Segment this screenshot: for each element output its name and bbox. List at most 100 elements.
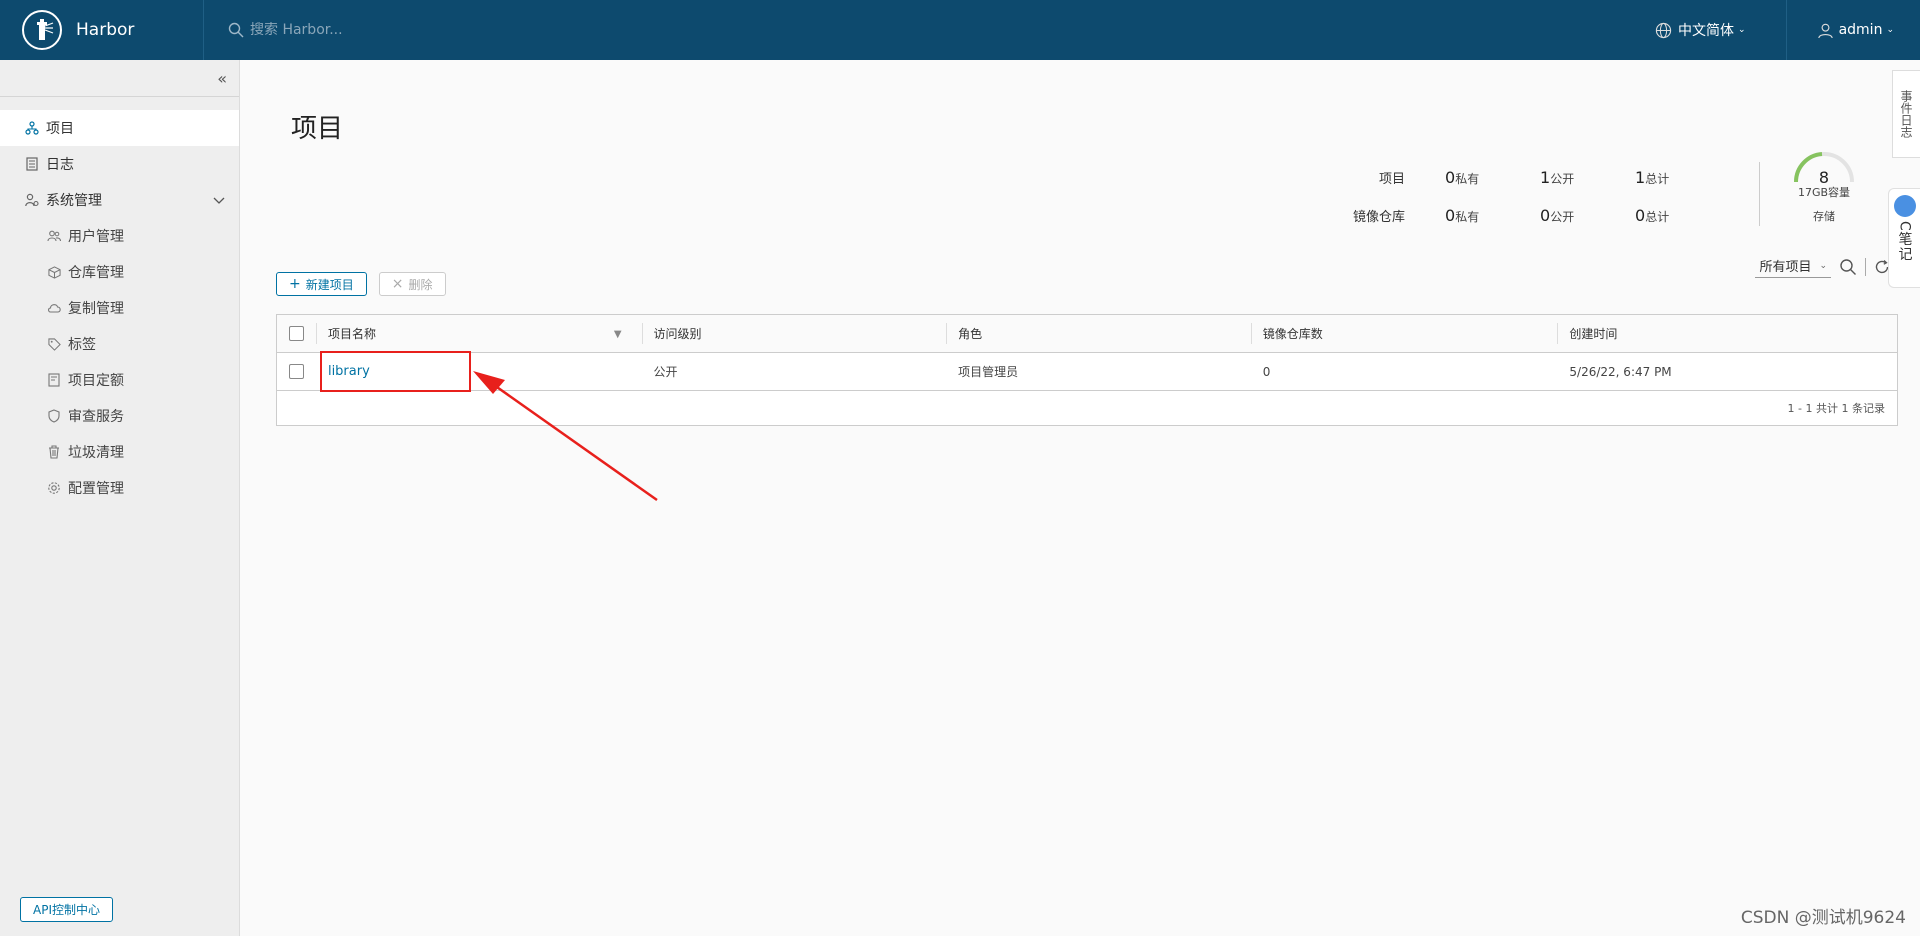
column-header-label: 项目名称	[327, 327, 376, 341]
sidebar-item-gc[interactable]: 垃圾清理	[0, 434, 239, 470]
note-widget[interactable]: C笔记	[1888, 188, 1920, 288]
column-header-repo-count[interactable]: 镜像仓库数	[1250, 315, 1558, 352]
stat-private: 0私有	[1445, 206, 1480, 225]
search-icon[interactable]	[1839, 258, 1857, 276]
project-type-value: 所有项目	[1759, 260, 1812, 275]
sidebar-item-interrogation[interactable]: 审查服务	[0, 398, 239, 434]
language-label: 中文简体	[1678, 23, 1735, 39]
api-explorer-button[interactable]: API控制中心	[20, 897, 113, 922]
column-header-label: 创建时间	[1569, 327, 1618, 341]
watermark: CSDN @测试机9624	[1740, 908, 1906, 928]
stats-divider	[1759, 162, 1760, 226]
registry-icon	[46, 264, 62, 280]
table-header: 项目名称 ▼ 访问级别 角色 镜像仓库数 创建时间	[277, 315, 1897, 353]
replication-icon	[46, 300, 62, 316]
chevron-down-icon[interactable]	[213, 193, 225, 209]
quota-icon	[46, 372, 62, 388]
new-project-button[interactable]: + 新建项目	[276, 272, 367, 296]
language-selector[interactable]: 中文简体 ⌄	[1655, 0, 1787, 60]
user-icon	[1817, 23, 1833, 38]
collapse-sidebar-icon[interactable]: «	[217, 69, 227, 88]
collapse-row: «	[0, 60, 239, 97]
column-header-access[interactable]: 访问级别	[641, 315, 947, 352]
sidebar-item-label: 标签	[68, 337, 96, 353]
cell-access: 公开	[653, 365, 678, 379]
column-header-label: 访问级别	[653, 327, 702, 341]
sidebar-item-label: 垃圾清理	[68, 445, 124, 461]
stat-private: 0私有	[1445, 168, 1480, 187]
column-header-created[interactable]: 创建时间	[1557, 315, 1897, 352]
annotation-highlight-box	[320, 351, 471, 392]
sidebar-item-label: 用户管理	[68, 229, 124, 245]
stats-row-projects: 项目 0私有 1公开 1总计	[1305, 168, 1730, 206]
stats-row-repos: 镜像仓库 0私有 0公开 0总计	[1305, 206, 1730, 244]
stat-public: 1公开	[1540, 168, 1575, 187]
projects-table: 项目名称 ▼ 访问级别 角色 镜像仓库数 创建时间 library 公开 项目管…	[276, 314, 1898, 426]
sidebar-item-labels[interactable]: 标签	[0, 326, 239, 362]
sidebar-item-label: 系统管理	[46, 193, 102, 209]
column-header-name[interactable]: 项目名称 ▼	[315, 315, 642, 352]
note-icon	[1893, 195, 1916, 217]
project-stats: 项目 0私有 1公开 1总计 镜像仓库 0私有 0公开 0总计	[1305, 168, 1730, 244]
column-header-label: 镜像仓库数	[1262, 327, 1323, 341]
sidebar-item-quotas[interactable]: 项目定额	[0, 362, 239, 398]
new-project-label: 新建项目	[305, 277, 354, 292]
stat-total: 0总计	[1635, 206, 1670, 225]
users-icon	[46, 228, 62, 244]
sidebar-item-users[interactable]: 用户管理	[0, 218, 239, 254]
log-icon	[24, 156, 40, 172]
sidebar-item-logs[interactable]: 日志	[0, 146, 239, 182]
user-name: admin	[1838, 22, 1883, 38]
close-icon: ×	[391, 276, 404, 292]
stat-label: 项目	[1378, 172, 1405, 187]
brand[interactable]: Harbor	[0, 0, 204, 60]
brand-name: Harbor	[76, 20, 135, 40]
delete-button[interactable]: × 删除	[378, 272, 446, 296]
sidebar-item-label: 项目定额	[68, 373, 124, 389]
sidebar-item-registries[interactable]: 仓库管理	[0, 254, 239, 290]
sidebar-item-label: 仓库管理	[68, 265, 124, 281]
column-header-label: 角色	[958, 327, 983, 341]
projects-icon	[24, 120, 40, 136]
sidebar-item-label: 审查服务	[68, 409, 124, 425]
global-search[interactable]	[228, 22, 510, 38]
sidebar-item-config[interactable]: 配置管理	[0, 470, 239, 506]
cell-role: 项目管理员	[958, 365, 1019, 379]
table-row[interactable]: library 公开 项目管理员 0 5/26/22, 6:47 PM	[277, 353, 1897, 391]
sidebar-item-label: 日志	[46, 157, 74, 173]
cell-created: 5/26/22, 6:47 PM	[1569, 364, 1672, 379]
project-type-select[interactable]: 所有项目 ⌄	[1755, 256, 1831, 278]
gear-icon	[46, 480, 62, 496]
sidebar-item-label: 配置管理	[68, 481, 124, 497]
sidebar-item-projects[interactable]: 项目	[0, 110, 239, 146]
row-select-cell	[277, 353, 316, 390]
stat-total: 1总计	[1635, 168, 1670, 187]
sidebar-item-label: 项目	[46, 121, 74, 137]
storage-gauge: 8 17GB容量 存储	[1784, 152, 1864, 224]
main-content: 项目 项目 0私有 1公开 1总计 镜像仓库 0私有 0公开 0总计 8 17G…	[241, 60, 1920, 936]
sidebar-item-replication[interactable]: 复制管理	[0, 290, 239, 326]
sidebar-item-admin[interactable]: 系统管理	[0, 182, 239, 218]
chevron-down-icon: ⌄	[1886, 25, 1894, 35]
shield-icon	[46, 408, 62, 424]
plus-icon: +	[289, 276, 301, 292]
stat-public: 0公开	[1540, 206, 1575, 225]
search-input[interactable]	[250, 22, 510, 38]
event-log-tab[interactable]: 事件日志	[1892, 70, 1920, 158]
select-all-cell	[277, 315, 316, 352]
top-header: Harbor 中文简体 ⌄ admin ⌄	[0, 0, 1920, 60]
column-header-role[interactable]: 角色	[946, 315, 1251, 352]
stat-label: 镜像仓库	[1352, 210, 1405, 225]
sidebar-item-label: 复制管理	[68, 301, 124, 317]
search-icon	[228, 22, 244, 38]
chevron-down-icon: ⌄	[1819, 260, 1827, 271]
filter-icon[interactable]: ▼	[614, 329, 622, 340]
harbor-logo-icon	[22, 10, 62, 50]
admin-icon	[24, 192, 40, 208]
toolbar: + 新建项目 × 删除	[276, 272, 458, 296]
user-menu[interactable]: admin ⌄	[1787, 22, 1920, 39]
page-title: 项目	[291, 114, 344, 144]
select-all-checkbox[interactable]	[288, 326, 304, 341]
row-checkbox[interactable]	[288, 364, 304, 379]
globe-icon	[1655, 22, 1672, 38]
